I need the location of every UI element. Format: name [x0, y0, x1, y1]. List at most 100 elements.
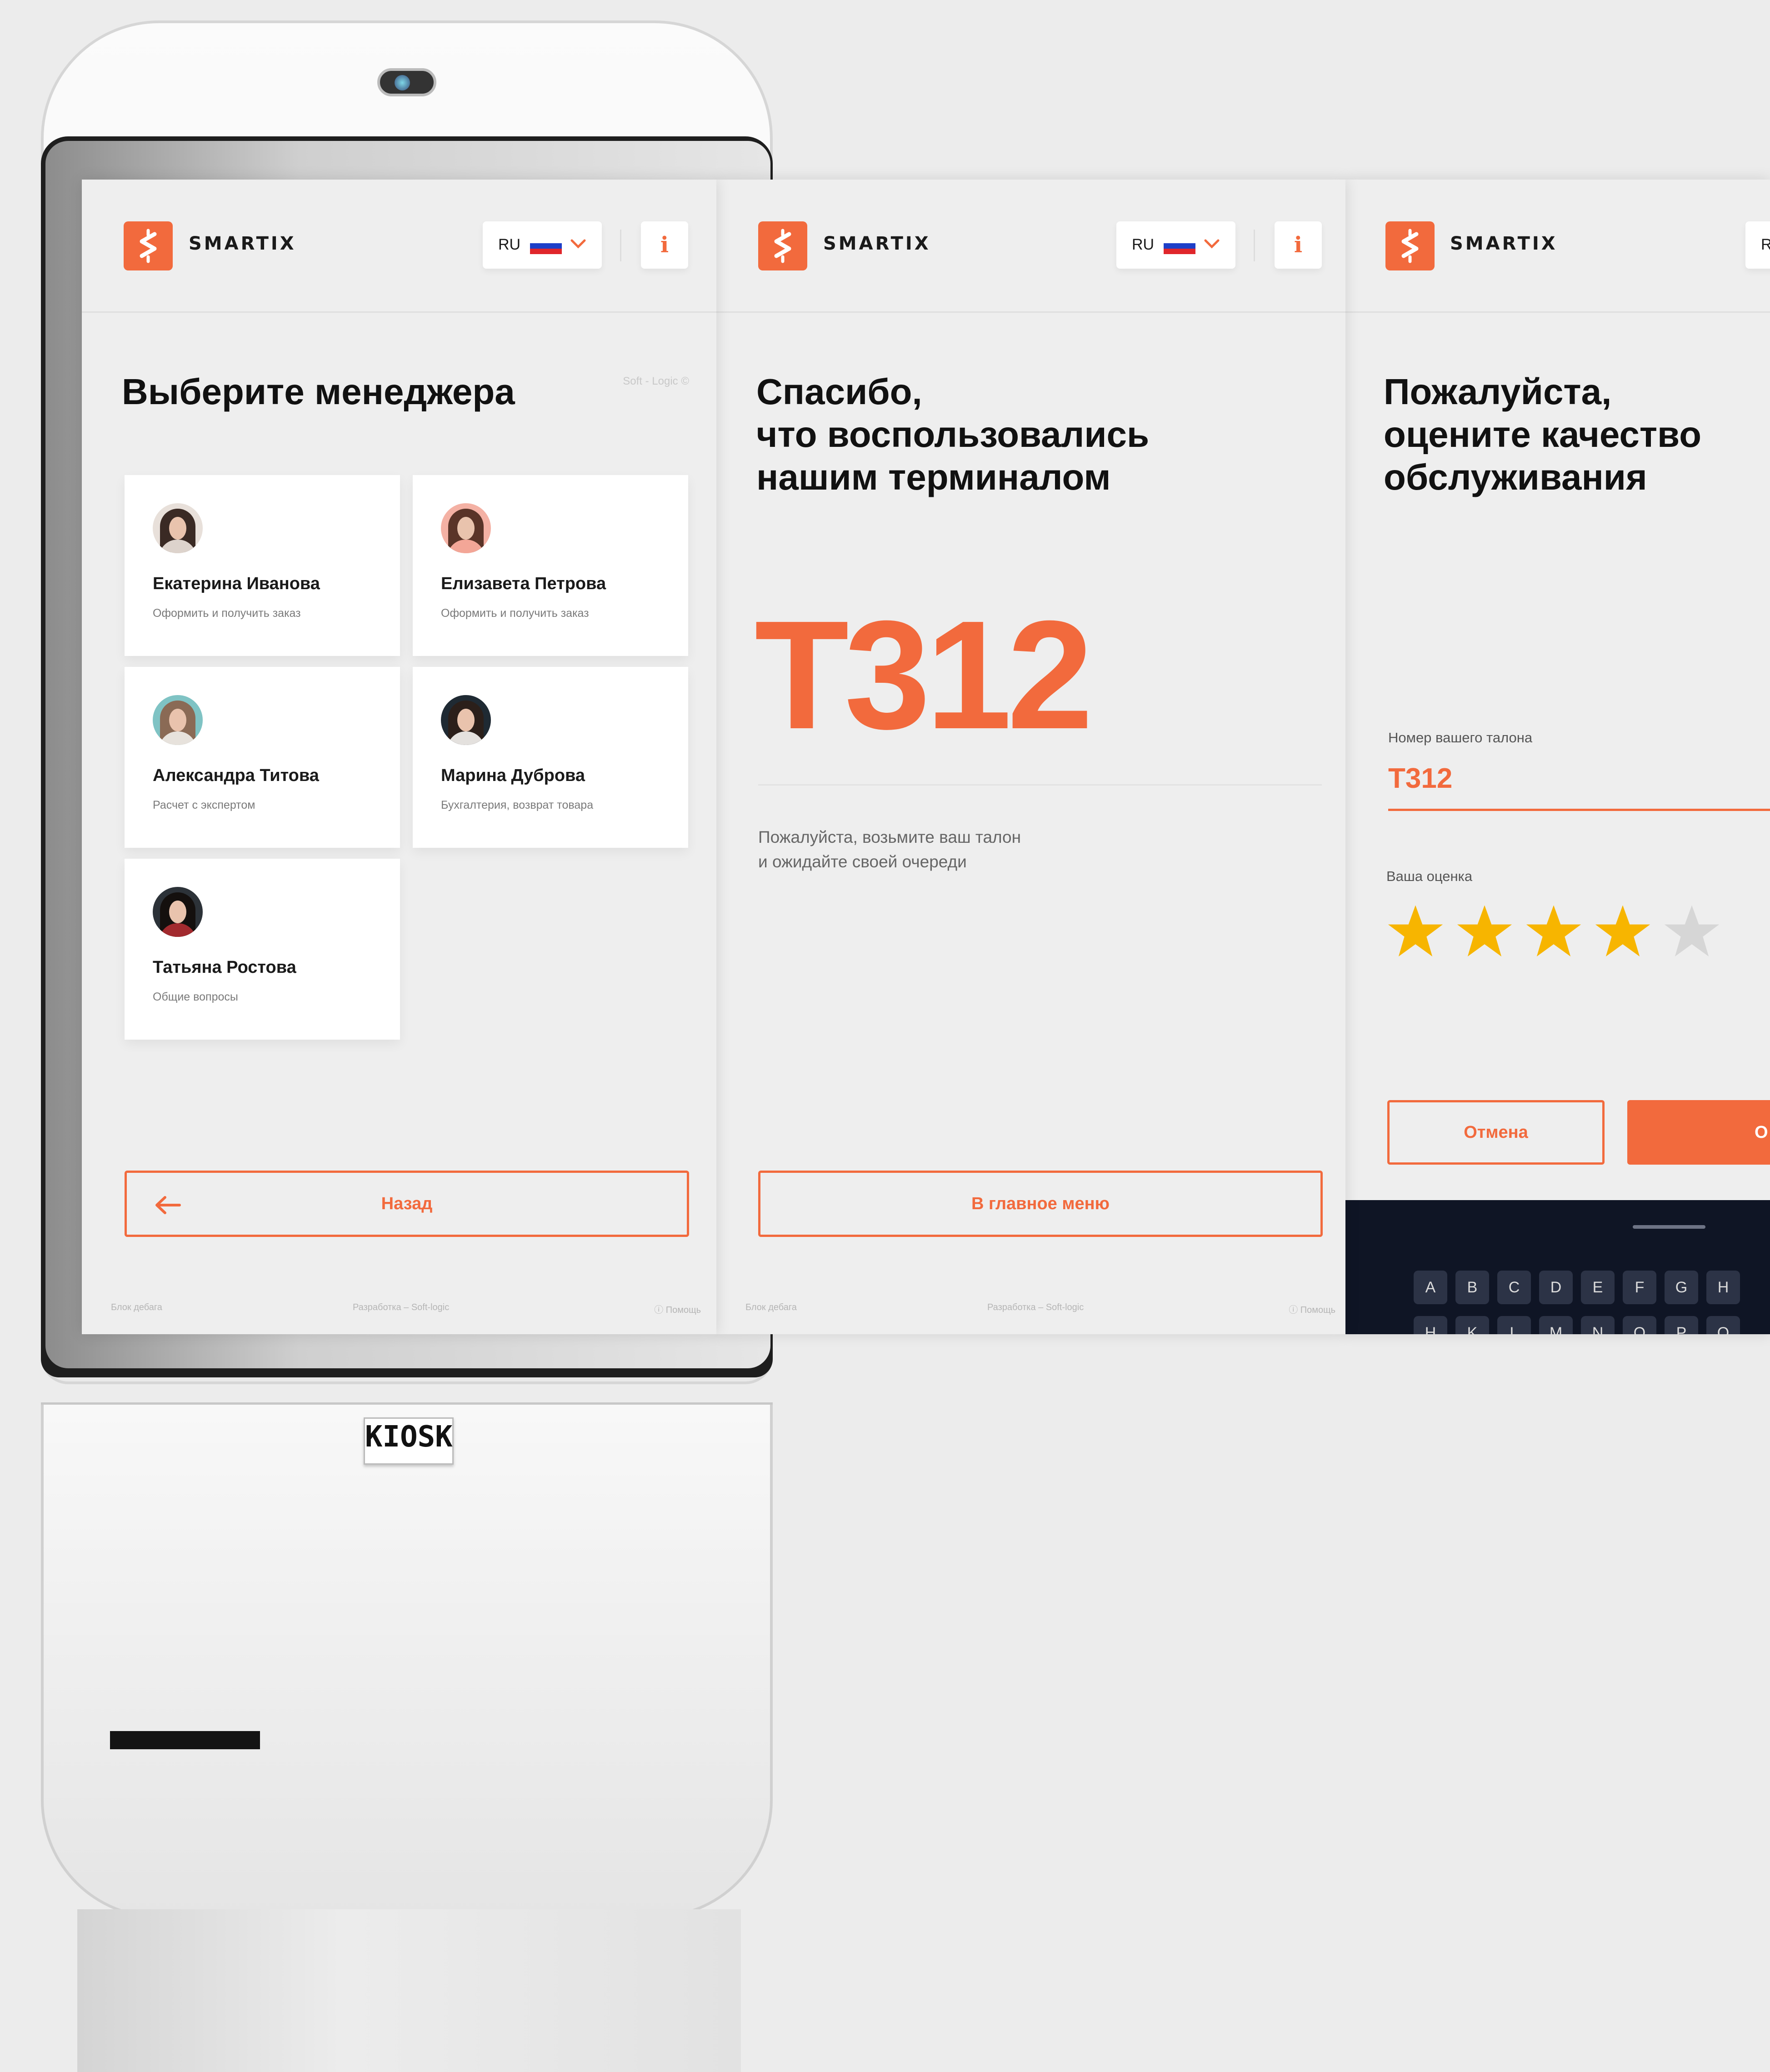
avatar — [153, 695, 203, 745]
manager-card[interactable]: Александра Титова Расчет с экспертом — [125, 667, 400, 848]
submit-button[interactable]: О — [1627, 1100, 1770, 1165]
screen-rate-service: SMARTIX R Пожалуйста, оцените качество о… — [1345, 180, 1770, 1334]
manager-card[interactable]: Марина Дуброва Бухгалтерия, возврат това… — [413, 667, 688, 848]
info-button[interactable]: i — [641, 221, 688, 269]
developer-credit: Разработка – Soft-logic — [353, 1302, 450, 1312]
star-filled-icon[interactable] — [1594, 902, 1652, 961]
language-code: RU — [1132, 236, 1155, 253]
language-code: RU — [498, 236, 521, 253]
kiosk-logo: KIOSK — [364, 1417, 454, 1465]
language-selector[interactable]: RU — [1116, 221, 1235, 269]
avatar — [441, 503, 491, 553]
ticket-field-underline — [1388, 809, 1770, 811]
info-button[interactable]: i — [1275, 221, 1322, 269]
keyboard-key[interactable]: O — [1623, 1316, 1656, 1334]
footer: Блок дебага Разработка – Soft-logic ⓘ По… — [82, 1302, 716, 1316]
screen-thank-you: SMARTIX RU i Спасибо, что воспользовалис… — [716, 180, 1345, 1334]
star-filled-icon[interactable] — [1525, 902, 1583, 961]
chevron-down-icon — [570, 239, 586, 249]
star-filled-icon[interactable] — [1455, 902, 1514, 961]
page-title: Пожалуйста, оцените качество обслуживани… — [1384, 370, 1761, 499]
title-line: обслуживания — [1384, 457, 1647, 497]
help-link[interactable]: ⓘ Помощь — [654, 1302, 701, 1316]
page-title: Выберите менеджера — [122, 371, 515, 412]
manager-card[interactable]: Татьяна Ростова Общие вопросы — [125, 859, 400, 1040]
brand-name: SMARTIX — [1450, 233, 1558, 254]
avatar — [153, 503, 203, 553]
language-code: R — [1761, 236, 1770, 253]
screen-choose-manager: SMARTIX RU i Выберите менеджера Soft - L… — [82, 180, 716, 1334]
keyboard-key[interactable]: N — [1581, 1316, 1615, 1334]
avatar — [441, 695, 491, 745]
developer-credit: Разработка – Soft-logic — [987, 1302, 1084, 1312]
instruction-text: Пожалуйста, возьмите ваш талон и ожидайт… — [758, 825, 1167, 874]
keyboard-key[interactable]: Q — [1706, 1316, 1740, 1334]
manager-card[interactable]: Елизавета Петрова Оформить и получить за… — [413, 475, 688, 656]
keyboard-key[interactable]: M — [1539, 1316, 1573, 1334]
brand-name: SMARTIX — [189, 233, 296, 254]
manager-card[interactable]: Екатерина Иванова Оформить и получить за… — [125, 475, 400, 656]
keyboard-key[interactable]: F — [1623, 1271, 1656, 1304]
debug-link[interactable]: Блок дебага — [745, 1302, 797, 1313]
keyboard-key[interactable]: G — [1665, 1271, 1698, 1304]
keyboard-key[interactable]: A — [1414, 1271, 1447, 1304]
star-empty-icon[interactable] — [1663, 902, 1721, 961]
manager-name: Елизавета Петрова — [441, 574, 606, 593]
ticket-number: Т312 — [755, 589, 1093, 761]
keyboard-key[interactable]: C — [1497, 1271, 1531, 1304]
manager-name: Александра Титова — [153, 766, 319, 785]
keyboard-key[interactable]: B — [1455, 1271, 1489, 1304]
russia-flag-icon — [530, 238, 562, 254]
kiosk-stand — [77, 1909, 741, 2072]
watermark: Soft - Logic © — [623, 375, 689, 387]
keyboard-key[interactable]: D — [1539, 1271, 1573, 1304]
smartix-logo-icon — [758, 221, 807, 270]
russia-flag-icon — [1164, 238, 1195, 254]
header-divider — [1254, 230, 1255, 261]
manager-role: Бухгалтерия, возврат товара — [441, 799, 594, 811]
chevron-down-icon — [1204, 239, 1220, 249]
title-line: Спасибо, — [756, 371, 922, 412]
kiosk-logo-text: KIOSK — [365, 1420, 453, 1454]
instruction-line: Пожалуйста, возьмите ваш талон — [758, 828, 1021, 846]
manager-name: Татьяна Ростова — [153, 958, 296, 977]
manager-name: Екатерина Иванова — [153, 574, 320, 593]
arrow-left-icon — [155, 1196, 181, 1214]
header-divider — [620, 230, 621, 261]
divider — [758, 784, 1322, 786]
avatar — [153, 887, 203, 937]
manager-role: Расчет с экспертом — [153, 799, 255, 811]
keyboard-handle[interactable] — [1633, 1225, 1705, 1229]
back-button-label: Назад — [381, 1194, 433, 1213]
main-menu-button[interactable]: В главное меню — [758, 1171, 1323, 1237]
keyboard-key[interactable]: K — [1455, 1316, 1489, 1334]
back-button[interactable]: Назад — [125, 1171, 689, 1237]
on-screen-keyboard — [1345, 1200, 1770, 1334]
camera-lens — [395, 75, 410, 90]
debug-link[interactable]: Блок дебага — [111, 1302, 162, 1313]
title-line: что воспользовались — [756, 414, 1150, 455]
smartix-logo-icon — [1385, 221, 1435, 270]
title-line: Пожалуйста, — [1384, 371, 1612, 412]
app-header: SMARTIX R — [1345, 180, 1770, 313]
title-line: оцените качество — [1384, 414, 1702, 455]
page-title: Спасибо, что воспользовались нашим терми… — [756, 370, 1279, 499]
kiosk-base — [41, 1405, 773, 1918]
keyboard-key[interactable]: L — [1497, 1316, 1531, 1334]
instruction-line: и ожидайте своей очереди — [758, 852, 967, 871]
language-selector[interactable]: R — [1745, 221, 1770, 269]
cancel-button[interactable]: Отмена — [1387, 1100, 1605, 1165]
keyboard-key[interactable]: E — [1581, 1271, 1615, 1304]
manager-name: Марина Дуброва — [441, 766, 585, 785]
language-selector[interactable]: RU — [483, 221, 602, 269]
rating-label: Ваша оценка — [1386, 868, 1473, 884]
keyboard-key[interactable]: P — [1665, 1316, 1698, 1334]
ticket-field-value[interactable]: Т312 — [1388, 762, 1452, 795]
help-link[interactable]: ⓘ Помощь — [1289, 1302, 1335, 1316]
ticket-printer-slot — [110, 1731, 260, 1749]
keyboard-key[interactable]: H — [1414, 1316, 1447, 1334]
keyboard-key[interactable]: H — [1706, 1271, 1740, 1304]
manager-role: Общие вопросы — [153, 991, 238, 1003]
app-header: SMARTIX RU i — [716, 180, 1345, 313]
star-filled-icon[interactable] — [1386, 902, 1445, 961]
